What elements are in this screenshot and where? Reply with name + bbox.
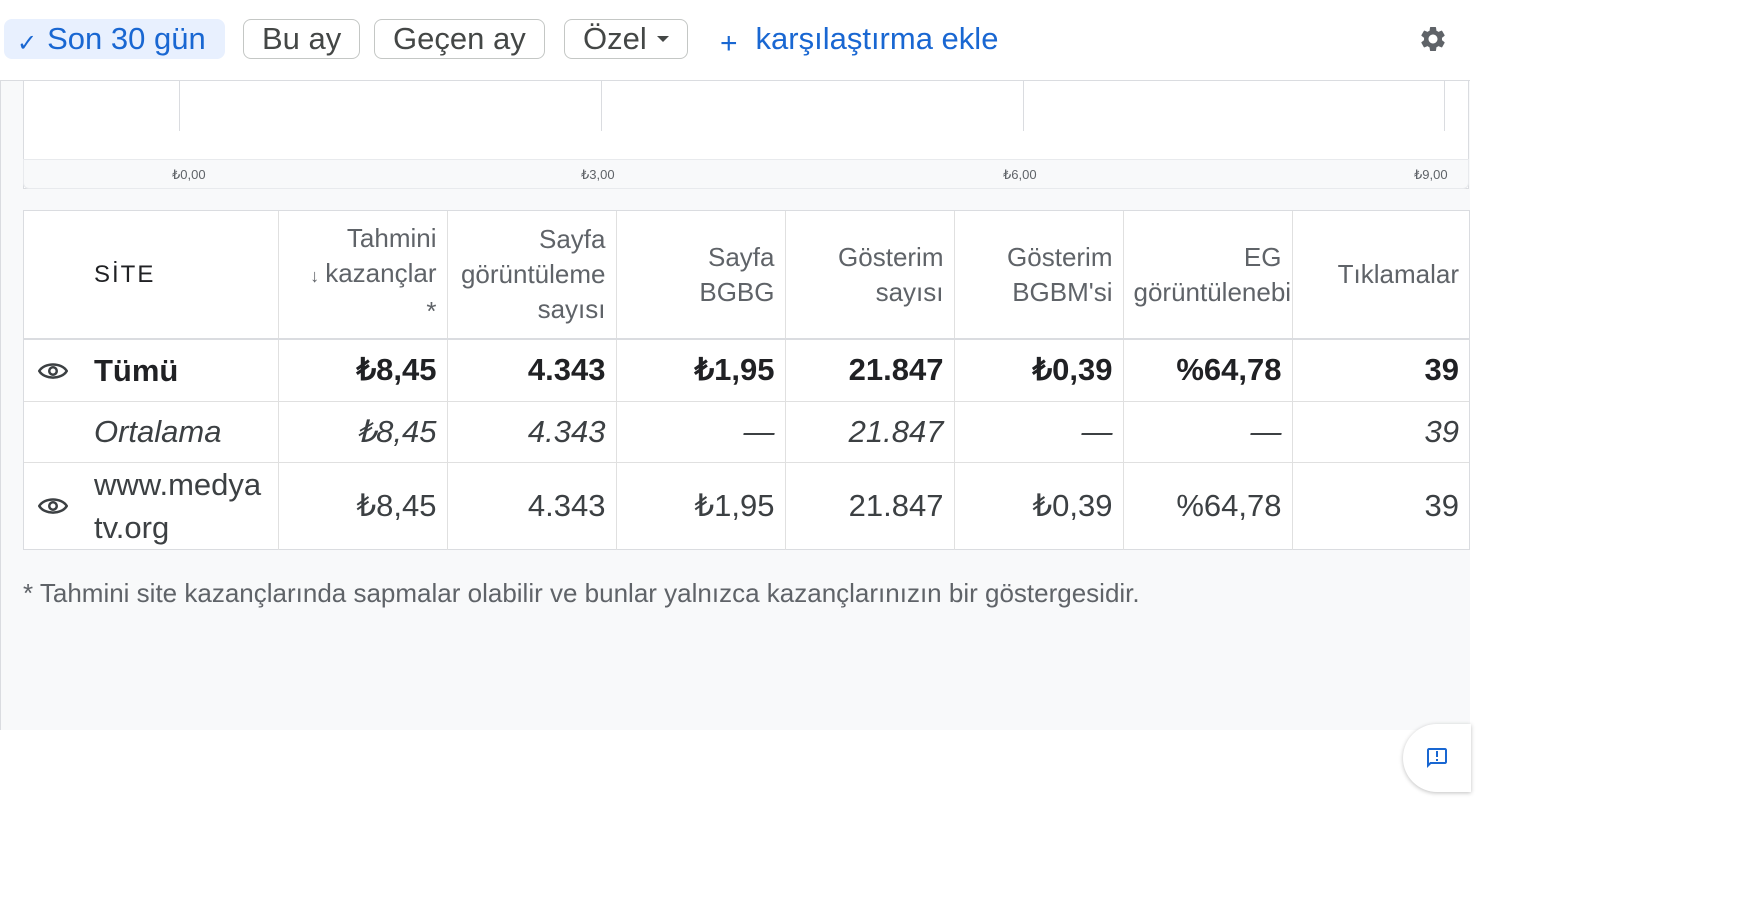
eye-icon[interactable] (38, 496, 68, 516)
cell-site: www.medyatv.org (24, 462, 279, 550)
column-header-active-view[interactable]: EG görüntülenebilir (1123, 211, 1293, 340)
header-line: * (426, 295, 437, 326)
axis-tick-label: ₺6,00 (1003, 167, 1037, 182)
header-line: sayısı (537, 294, 606, 324)
table-row-total: Tümü ₺8,45 4.343 ₺1,95 21.847 ₺0,39 %64,… (24, 339, 1469, 402)
chip-label: Özel (583, 21, 647, 56)
earnings-footnote: * Tahmini site kazançlarında sapmalar ol… (23, 578, 1140, 608)
chip-label: Son 30 gün (47, 21, 206, 56)
cell-site: Ortalama (24, 401, 279, 463)
column-header-page-rpm[interactable]: Sayfa BGBG (616, 211, 786, 340)
cell-clicks: 39 (1424, 488, 1459, 524)
gear-icon[interactable] (1418, 24, 1448, 54)
feedback-icon (1427, 748, 1447, 768)
header-line: Tahmini (346, 222, 437, 253)
header-line: Gösterim (1007, 241, 1113, 272)
header-line: Gösterim (838, 241, 944, 272)
cell-active-view: %64,78 (1123, 339, 1293, 402)
header-line: BGBG (699, 276, 775, 307)
add-comparison-label: karşılaştırma ekle (755, 21, 999, 56)
chip-label: Geçen ay (393, 21, 526, 56)
header-line: Sayfa (708, 241, 775, 272)
eye-icon[interactable] (38, 361, 68, 381)
cell-impressions: 21.847 (785, 339, 955, 402)
add-comparison-button[interactable]: + karşılaştırma ekle (720, 19, 999, 60)
table-row: www.medyatv.org ₺8,45 4.343 ₺1,95 21.847… (24, 462, 1469, 550)
header-line: görüntülenebilir (1133, 276, 1292, 307)
cell-impression-rpm: ₺0,39 (954, 462, 1124, 550)
cell-earnings: ₺8,45 (278, 462, 448, 550)
gridline (1023, 81, 1024, 131)
header-line: EG (1243, 241, 1282, 272)
chip-last-30-days[interactable]: ✓ Son 30 gün (4, 19, 225, 59)
site-label: Ortalama (94, 413, 222, 449)
header-line: sayısı (875, 276, 944, 307)
cell-site: Tümü (24, 339, 279, 402)
gridline (179, 81, 180, 131)
header-line: kazançlar (325, 257, 437, 288)
header-line: görüntüleme (460, 259, 606, 289)
column-header-site[interactable]: SİTE (24, 211, 279, 340)
column-header-pageviews[interactable]: Sayfa görüntüleme sayısı (447, 211, 617, 340)
header-line: Sayfa (539, 224, 606, 254)
cell-impressions: 21.847 (785, 401, 955, 463)
cell-page-rpm: ₺1,95 (616, 462, 786, 550)
cell-active-view: %64,78 (1123, 462, 1293, 550)
cell-impression-rpm: — (954, 401, 1124, 463)
gridline (601, 81, 602, 131)
axis-tick-label: ₺9,00 (1414, 167, 1448, 182)
cell-pageviews: 4.343 (447, 401, 617, 463)
report-panel: ₺0,00 ₺3,00 ₺6,00 ₺9,00 SİTE Tahmini ↓ ka… (0, 80, 1471, 792)
cell-earnings: ₺8,45 (278, 401, 448, 463)
feedback-button[interactable] (1403, 724, 1471, 792)
column-header-clicks[interactable]: Tıklamalar (1292, 211, 1469, 340)
cell-clicks: 39 (1292, 339, 1469, 402)
cell-pageviews: 4.343 (447, 339, 617, 402)
gridline (1444, 81, 1445, 131)
cell-page-rpm: ₺1,95 (616, 339, 786, 402)
cell-impressions: 21.847 (785, 462, 955, 550)
chip-label: Bu ay (262, 21, 342, 56)
axis-tick-label: ₺3,00 (581, 167, 615, 182)
axis-tick-label: ₺0,00 (172, 167, 206, 182)
chip-this-month[interactable]: Bu ay (243, 19, 361, 59)
column-header-impressions[interactable]: Gösterim sayısı (785, 211, 955, 340)
chart-axis (23, 159, 1469, 189)
arrow-down-icon: ↓ (310, 265, 320, 286)
header-label: Tıklamalar (1337, 259, 1459, 289)
cell-active-view: — (1123, 401, 1293, 463)
cell-earnings: ₺8,45 (278, 339, 448, 402)
cell-clicks: 39 (1292, 401, 1469, 463)
plus-icon: + (720, 27, 738, 60)
check-icon: ✓ (17, 30, 38, 57)
header-label: SİTE (94, 261, 156, 288)
chip-last-month[interactable]: Geçen ay (374, 19, 545, 59)
column-header-impression-rpm[interactable]: Gösterim BGBM'si (954, 211, 1124, 340)
chevron-down-icon (656, 35, 669, 42)
cell-impression-rpm: ₺0,39 (954, 339, 1124, 402)
site-label: Tümü (94, 353, 179, 389)
column-header-earnings[interactable]: Tahmini ↓ kazançlar * (278, 211, 448, 340)
header-line: BGBM'si (1012, 276, 1113, 307)
sites-report-table: SİTE Tahmini ↓ kazançlar * Sayfa görüntül… (23, 210, 1470, 550)
cell-page-rpm: — (616, 401, 786, 463)
chip-custom[interactable]: Özel (564, 19, 688, 59)
cell-pageviews: 4.343 (447, 462, 617, 550)
table-row-average: Ortalama ₺8,45 4.343 — 21.847 — — 39 (24, 401, 1469, 463)
date-filter-toolbar: ✓ Son 30 gün Bu ay Geçen ay Özel + karşıla… (0, 0, 1470, 80)
site-label[interactable]: www.medyatv.org (94, 463, 264, 549)
